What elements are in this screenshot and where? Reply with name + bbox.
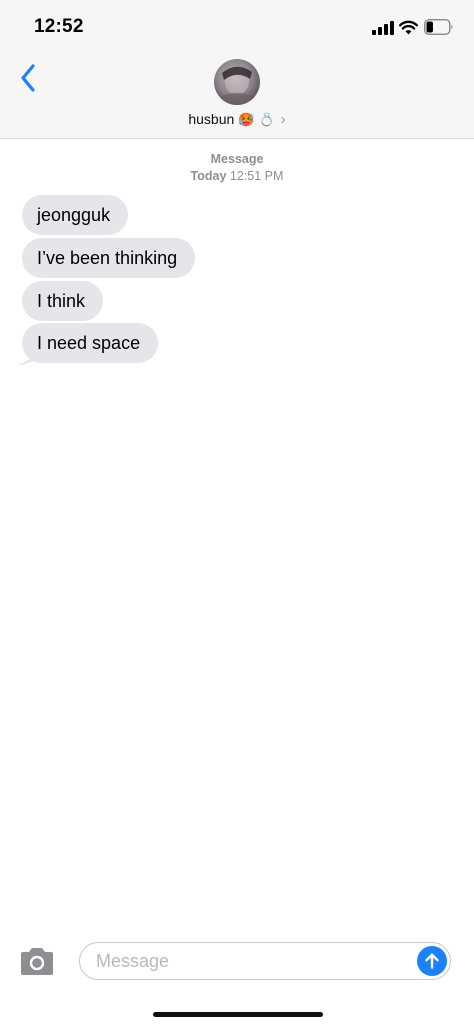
arrow-up-icon <box>425 953 439 969</box>
contact-name: husbun <box>188 111 235 127</box>
back-button[interactable] <box>14 60 42 96</box>
message-timestamp: Today 12:51 PM <box>0 169 474 183</box>
chevron-right-icon: › <box>280 110 286 128</box>
incoming-message-bubble[interactable]: I need space <box>22 323 159 363</box>
home-indicator[interactable] <box>153 1012 323 1017</box>
message-thread[interactable]: Message Today 12:51 PM jeongguk I’ve bee… <box>0 140 474 930</box>
send-button[interactable] <box>417 946 447 976</box>
message-input-placeholder: Message <box>96 951 170 971</box>
incoming-message-bubble[interactable]: I’ve been thinking <box>22 238 196 278</box>
hot-face-emoji: 🥵 <box>238 111 255 127</box>
incoming-message-bubble[interactable]: I think <box>22 281 104 321</box>
battery-icon <box>424 19 453 35</box>
service-label: Message <box>210 152 264 166</box>
status-time: 12:52 <box>34 16 84 37</box>
wifi-icon <box>399 20 418 35</box>
camera-icon <box>21 948 53 975</box>
bubble-tail <box>18 346 38 365</box>
timestamp-time: 12:51 PM <box>229 169 284 183</box>
chevron-left-icon <box>21 64 35 92</box>
timestamp-day: Today <box>190 169 227 183</box>
contact-details-button[interactable]: husbun 🥵 💍 › <box>0 109 474 129</box>
navigation-header: 12:52 husbun 🥵 💍 › <box>0 0 474 139</box>
ring-emoji: 💍 <box>258 111 275 127</box>
message-input[interactable]: Message <box>79 942 451 980</box>
incoming-message-bubble[interactable]: jeongguk <box>22 195 129 235</box>
camera-button[interactable] <box>18 946 56 978</box>
cellular-signal-icon <box>372 21 394 35</box>
avatar-photo <box>217 66 257 105</box>
contact-avatar[interactable] <box>214 59 260 105</box>
